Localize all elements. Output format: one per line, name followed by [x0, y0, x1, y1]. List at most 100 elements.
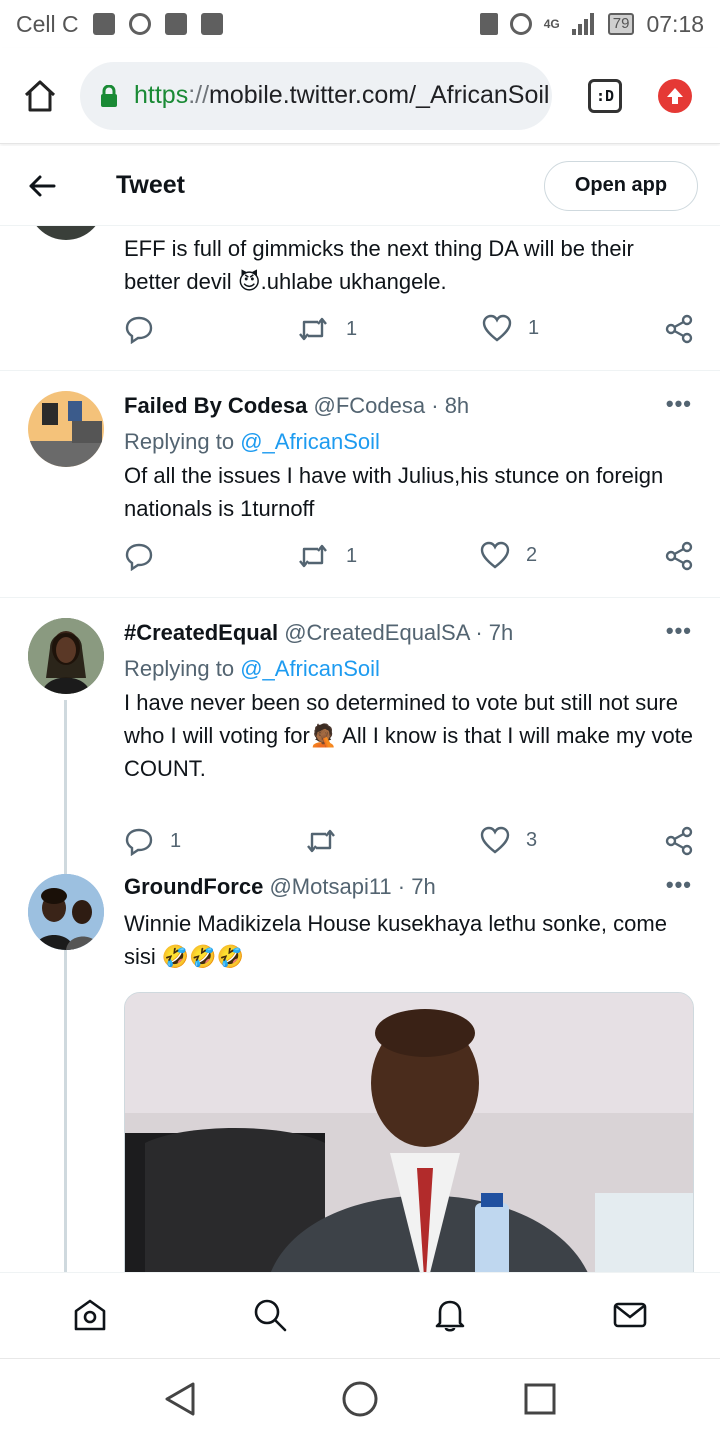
circle-home-icon [342, 1381, 378, 1417]
tabs-button[interactable]: :D [588, 78, 622, 113]
reply-button[interactable] [124, 541, 170, 571]
tweet-divider [0, 370, 720, 371]
home-icon [24, 80, 56, 111]
heart-icon [480, 826, 510, 854]
retweet-count: 1 [346, 317, 358, 340]
vibrate-icon [479, 13, 498, 35]
avatar[interactable] [28, 391, 104, 467]
tweet-feed[interactable]: EFF is full of gimmicks the next thing D… [0, 226, 720, 1272]
gallery-icon [200, 13, 223, 35]
lock-icon [101, 84, 117, 107]
display-name[interactable]: GroundForce [124, 874, 263, 899]
alarm-icon [509, 13, 532, 35]
retweet-count: 1 [346, 544, 358, 567]
url-scheme: https [134, 81, 189, 109]
handle[interactable]: @CreatedEqualSA [284, 620, 469, 645]
tweet-image[interactable] [124, 992, 694, 1272]
browser-toolbar: https://mobile.twitter.com/_AfricanSoil … [0, 48, 720, 144]
share-button[interactable] [664, 314, 694, 344]
timestamp[interactable]: · 7h [475, 620, 513, 645]
url-path: mobile.twitter.com/_AfricanSoil [209, 81, 550, 109]
reply-button[interactable] [124, 314, 170, 344]
share-button[interactable] [664, 541, 694, 571]
handle[interactable]: @Motsapi11 [269, 874, 391, 899]
like-button[interactable]: 1 [482, 314, 539, 342]
retweet-button[interactable] [304, 826, 354, 856]
tweet-actions: 1 3 [124, 826, 696, 866]
app-notification-icon [164, 13, 187, 35]
tweet-header: Tweet Open app [0, 146, 720, 226]
photo-of-speaker [125, 993, 693, 1272]
nav-search[interactable] [250, 1295, 290, 1335]
network-type: 4G [543, 17, 560, 31]
arrow-up-icon [667, 87, 683, 104]
avatar[interactable] [28, 618, 104, 694]
share-icon [665, 541, 693, 571]
system-recents-button[interactable] [520, 1379, 560, 1419]
more-options-button[interactable]: ••• [666, 391, 692, 417]
tweet-text: EFF is full of gimmicks the next thing D… [124, 236, 634, 294]
timestamp[interactable]: · 7h [398, 874, 436, 899]
url-text: https://mobile.twitter.com/_AfricanSoil [134, 81, 549, 110]
nav-notifications[interactable] [430, 1295, 470, 1335]
mention-link[interactable]: @_AfricanSoil [240, 656, 380, 681]
tweet-header-line: Failed By Codesa @FCodesa · 8h [124, 393, 469, 419]
home-button[interactable] [18, 74, 62, 118]
like-count: 2 [526, 543, 538, 566]
back-button[interactable] [22, 166, 62, 206]
tweet-divider [0, 597, 720, 598]
arrow-left-icon [29, 175, 56, 196]
system-back-button[interactable] [160, 1379, 200, 1419]
address-bar[interactable]: https://mobile.twitter.com/_AfricanSoil [80, 61, 552, 130]
retweet-button[interactable]: 1 [296, 541, 357, 571]
bell-icon [435, 1300, 465, 1332]
reply-icon [125, 316, 153, 344]
hotspot-icon [128, 13, 151, 35]
display-name[interactable]: #CreatedEqual [124, 620, 278, 645]
square-recents-icon [524, 1383, 556, 1415]
like-button[interactable]: 3 [480, 826, 537, 854]
system-home-button[interactable] [340, 1379, 380, 1419]
retweet-icon [299, 544, 327, 568]
status-bar: Cell C 4G 79 07:18 [0, 0, 720, 48]
more-options-button[interactable]: ••• [666, 618, 692, 644]
replying-to-label: Replying to [124, 429, 235, 454]
like-count: 3 [526, 828, 538, 851]
retweet-button[interactable]: 1 [296, 314, 357, 344]
avatar-image [28, 401, 104, 467]
mention-link[interactable]: @_AfricanSoil [240, 429, 380, 454]
mail-icon [613, 1302, 647, 1328]
tweet-header-line: GroundForce @Motsapi11 · 7h [124, 874, 436, 900]
tweet-actions: 1 1 [124, 314, 696, 354]
reply-icon [125, 828, 153, 856]
replying-to-label: Replying to [124, 656, 235, 681]
tweet-text: Of all the issues I have with Julius,his… [124, 463, 664, 521]
avatar[interactable] [28, 874, 104, 950]
tweet-actions: 1 2 [124, 541, 696, 581]
tweet-text: I have never been so determined to vote … [124, 690, 694, 781]
carrier-label: Cell C [16, 10, 79, 37]
retweet-icon [299, 317, 327, 341]
update-button[interactable] [658, 78, 692, 113]
reply-count: 1 [170, 829, 182, 852]
reply-icon [125, 543, 153, 571]
page-title: Tweet [116, 171, 185, 199]
like-button[interactable]: 2 [480, 541, 537, 569]
timestamp[interactable]: · 8h [431, 393, 469, 418]
nav-messages[interactable] [610, 1295, 650, 1335]
avatar-image [28, 874, 104, 950]
url-separator: :// [188, 81, 210, 109]
more-options-button[interactable]: ••• [666, 872, 692, 898]
avatar[interactable] [28, 226, 104, 240]
share-button[interactable] [664, 826, 694, 856]
open-app-button[interactable]: Open app [544, 160, 698, 211]
share-icon [665, 826, 693, 856]
display-name[interactable]: Failed By Codesa [124, 393, 307, 418]
tweet-header-line: #CreatedEqual @CreatedEqualSA · 7h [124, 620, 513, 646]
nav-home[interactable] [70, 1295, 110, 1335]
heart-icon [480, 541, 510, 569]
reply-button[interactable]: 1 [124, 826, 181, 856]
search-icon [254, 1299, 287, 1332]
handle[interactable]: @FCodesa [314, 393, 426, 418]
clock: 07:18 [646, 10, 704, 37]
